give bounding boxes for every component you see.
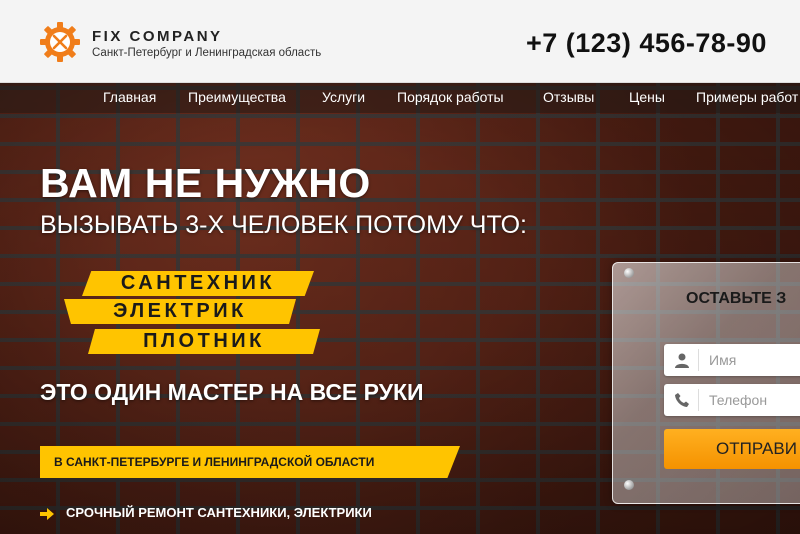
phone-number[interactable]: +7 (123) 456-78-90 [526, 28, 767, 59]
gear-tools-icon[interactable] [38, 20, 82, 64]
submit-button[interactable]: ОТПРАВИ [664, 429, 800, 469]
screw-icon [624, 268, 634, 278]
arrow-right-icon [40, 507, 54, 520]
nav-item-home[interactable]: Главная [103, 89, 156, 105]
nav-item-workflow[interactable]: Порядок работы [397, 89, 504, 105]
main-nav: Главная Преимущества Услуги Порядок рабо… [0, 83, 800, 113]
hero-headline: ВАМ НЕ НУЖНО [40, 160, 371, 206]
service-bullet: СРОЧНЫЙ РЕМОНТ САНТЕХНИКИ, ЭЛЕКТРИКИ [66, 505, 372, 520]
screw-icon [624, 480, 634, 490]
profession-electrician: ЭЛЕКТРИК [64, 299, 296, 324]
hero-subheadline: ВЫЗЫВАТЬ 3-Х ЧЕЛОВЕК ПОТОМУ ЧТО: [40, 211, 527, 239]
region-text: В САНКТ-ПЕТЕРБУРГЕ И ЛЕНИНГРАДСКОЙ ОБЛАС… [54, 455, 375, 469]
phone-field[interactable]: Телефон [664, 384, 800, 416]
hero-tagline: ЭТО ОДИН МАСТЕР НА ВСЕ РУКИ [40, 379, 424, 405]
header: FIX COMPANY Санкт-Петербург и Ленинградс… [0, 0, 800, 83]
nav-item-reviews[interactable]: Отзывы [543, 89, 594, 105]
nav-item-prices[interactable]: Цены [629, 89, 665, 105]
phone-placeholder: Телефон [709, 392, 768, 408]
nav-item-portfolio[interactable]: Примеры работ [696, 89, 798, 105]
logo-subtitle: Санкт-Петербург и Ленинградская область [92, 47, 322, 59]
name-placeholder: Имя [709, 352, 737, 368]
nav-item-advantages[interactable]: Преимущества [188, 89, 286, 105]
user-icon [674, 352, 690, 368]
logo-title[interactable]: FIX COMPANY [92, 28, 223, 45]
name-field[interactable]: Имя [664, 344, 800, 376]
nav-item-services[interactable]: Услуги [322, 89, 365, 105]
form-title: ОСТАВЬТЕ З [686, 290, 787, 307]
profession-carpenter: ПЛОТНИК [88, 329, 320, 354]
phone-icon [674, 392, 690, 408]
profession-plumber: САНТЕХНИК [82, 271, 314, 296]
